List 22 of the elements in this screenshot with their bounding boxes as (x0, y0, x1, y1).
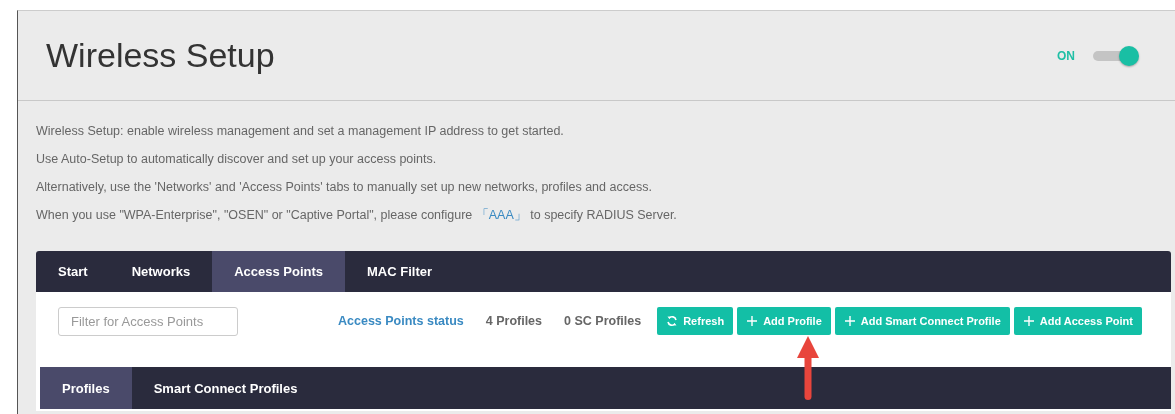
toggle-label: ON (1057, 48, 1075, 63)
subtab[interactable]: Smart Connect Profiles (131, 367, 320, 409)
plus-icon (746, 315, 759, 327)
profile-count: 4 Profiles (485, 314, 543, 328)
tab[interactable]: Start (36, 251, 110, 292)
status-link[interactable]: Access Points status (338, 314, 464, 328)
plus-icon (1022, 315, 1035, 327)
page-title: Wireless Setup (46, 36, 275, 75)
description-text: Wireless Setup: enable wireless management and set a management IP address to get started. (36, 123, 565, 140)
tab[interactable]: MAC Filter (345, 251, 455, 292)
description-text: Alternatively, use the 'Networks' and 'Access Points' tabs to manually set up new networks, profiles and access. (36, 179, 653, 196)
description-text: Use Auto-Setup to automatically discover and set up your access points. (36, 151, 438, 168)
subtab[interactable]: Profiles (40, 367, 132, 409)
annotation-arrow (797, 336, 819, 400)
tab[interactable]: Access Points (212, 251, 346, 292)
plus-icon (843, 315, 856, 327)
description-text: When you use "WPA-Enterprise", "OSEN" or "Captive Portal", please configure 「AAA」 to specify RADIUS Server. (36, 207, 678, 224)
tab[interactable]: Networks (109, 251, 213, 292)
filter-field[interactable]: Filter for Access Points (58, 306, 238, 336)
refresh-icon (666, 315, 679, 327)
toggle-switch[interactable] (1093, 45, 1139, 66)
profile-count: 0 SC Profiles (564, 314, 642, 328)
